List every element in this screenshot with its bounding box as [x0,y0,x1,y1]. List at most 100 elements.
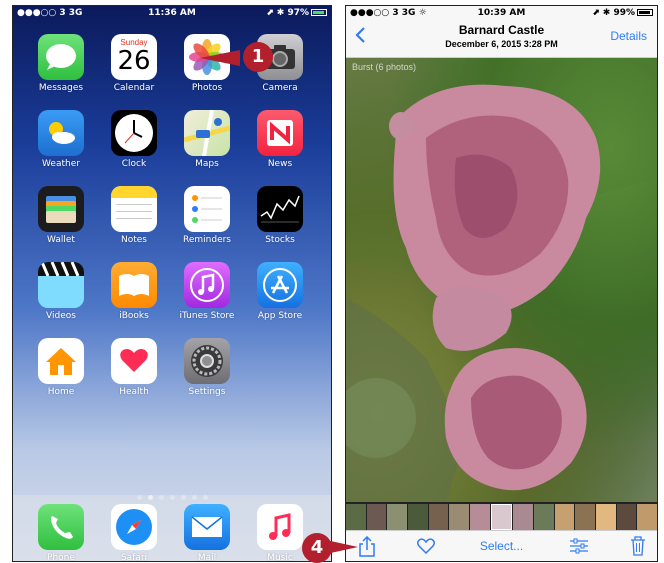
thumbnail[interactable] [366,504,387,530]
thumbnail[interactable] [575,504,596,530]
battery-status: ⬈ ✱ 97% [266,8,327,18]
battery-icon [637,9,653,16]
clock-icon [111,110,157,156]
ibooks-icon [111,262,157,308]
bottom-toolbar: Select... [346,530,657,561]
thumbnail[interactable] [387,504,408,530]
status-bar: ●●●○○ 3 3G ☼ 10:39 AM ⬈ ✱ 99% [350,8,653,20]
status-bar: ●●●○○ 3 3G 11:36 AM ⬈ ✱ 97% [13,6,331,20]
thumbnail[interactable] [534,504,554,530]
callout-4: 4 [302,533,332,563]
thumbnail-strip[interactable] [346,502,657,532]
stocks-icon [257,186,303,232]
wallet-icon [38,186,84,232]
callout-pointer [200,50,240,66]
notes-icon [111,186,157,232]
calendar-icon: Sunday 26 [111,34,157,80]
photo-image[interactable]: Burst (6 photos) [346,58,657,502]
app-label: Photos [191,83,223,93]
app-label: Wallet [47,235,75,245]
app-label: Reminders [183,235,231,245]
app-store-icon [257,262,303,308]
thumbnail[interactable] [346,504,366,530]
app-wallet[interactable]: Wallet [28,186,94,245]
fungus-photo [346,58,657,502]
app-label: iTunes Store [179,311,235,321]
adjust-icon[interactable] [569,538,589,554]
reminders-icon [184,186,230,232]
settings-icon [184,338,230,384]
app-label: Safari [120,553,148,562]
home-icon [38,338,84,384]
thumbnail[interactable] [449,504,470,530]
app-videos[interactable]: Videos [28,262,94,321]
app-label: App Store [257,311,303,321]
thumbnail[interactable] [513,504,534,530]
thumbnail[interactable] [554,504,575,530]
app-weather[interactable]: Weather [28,110,94,169]
news-icon [257,110,303,156]
thumbnail[interactable] [470,504,490,530]
details-button[interactable]: Details [610,29,647,43]
app-label: iBooks [119,311,149,321]
thumbnail-selected[interactable] [490,504,513,530]
app-reminders[interactable]: Reminders [174,186,240,245]
app-label: Home [47,387,75,397]
app-label: Videos [46,311,76,321]
thumbnail[interactable] [616,504,637,530]
app-messages[interactable]: Messages [28,34,94,93]
photo-viewer: ●●●○○ 3 3G ☼ 10:39 AM ⬈ ✱ 99% Barnard Ca… [345,5,658,562]
maps-icon [184,110,230,156]
music-icon [257,504,303,550]
thumbnail[interactable] [408,504,428,530]
app-label: News [267,159,293,169]
app-label: Maps [195,159,219,169]
app-mail[interactable]: Mail [174,504,240,562]
battery-icon [311,9,327,16]
select-button[interactable]: Select... [346,539,657,553]
app-label: Settings [188,387,226,397]
thumbnail[interactable] [637,504,657,530]
app-label: Calendar [113,83,155,93]
app-label: Camera [262,83,298,93]
app-stocks[interactable]: Stocks [247,186,313,245]
callout-1: 1 [243,42,273,72]
app-label: Stocks [265,235,295,245]
weather-icon [38,110,84,156]
app-news[interactable]: News [247,110,313,169]
app-maps[interactable]: Maps [174,110,240,169]
app-label: Messages [38,83,84,93]
app-safari[interactable]: Safari [101,504,167,562]
app-label: Clock [121,159,147,169]
app-phone[interactable]: Phone [28,504,94,562]
itunes-store-icon [184,262,230,308]
safari-icon [111,504,157,550]
app-app-store[interactable]: App Store [247,262,313,321]
thumbnail[interactable] [428,504,449,530]
app-notes[interactable]: Notes [101,186,167,245]
app-home[interactable]: Home [28,338,94,397]
app-label: Health [119,387,149,397]
app-calendar[interactable]: Sunday 26 Calendar [101,34,167,93]
phone-icon [38,504,84,550]
app-clock[interactable]: Clock [101,110,167,169]
app-ibooks[interactable]: iBooks [101,262,167,321]
burst-label: Burst (6 photos) [352,62,417,72]
app-label: Weather [42,159,80,169]
messages-icon [38,34,84,80]
thumbnail[interactable] [596,504,616,530]
app-itunes-store[interactable]: iTunes Store [174,262,240,321]
battery-status: ⬈ ✱ 99% [592,8,653,18]
app-label: Phone [47,553,75,562]
navigation-bar: ●●●○○ 3 3G ☼ 10:39 AM ⬈ ✱ 99% Barnard Ca… [346,6,657,58]
app-label: Notes [121,235,147,245]
app-label: Mail [197,553,217,562]
health-icon [111,338,157,384]
app-health[interactable]: Health [101,338,167,397]
home-screen: ●●●○○ 3 3G 11:36 AM ⬈ ✱ 97% Messages Sun… [12,5,332,562]
dock: Phone Safari Mail Music [13,495,331,561]
app-settings[interactable]: Settings [174,338,240,397]
mail-icon [184,504,230,550]
trash-icon[interactable] [630,536,646,556]
videos-icon [38,262,84,308]
